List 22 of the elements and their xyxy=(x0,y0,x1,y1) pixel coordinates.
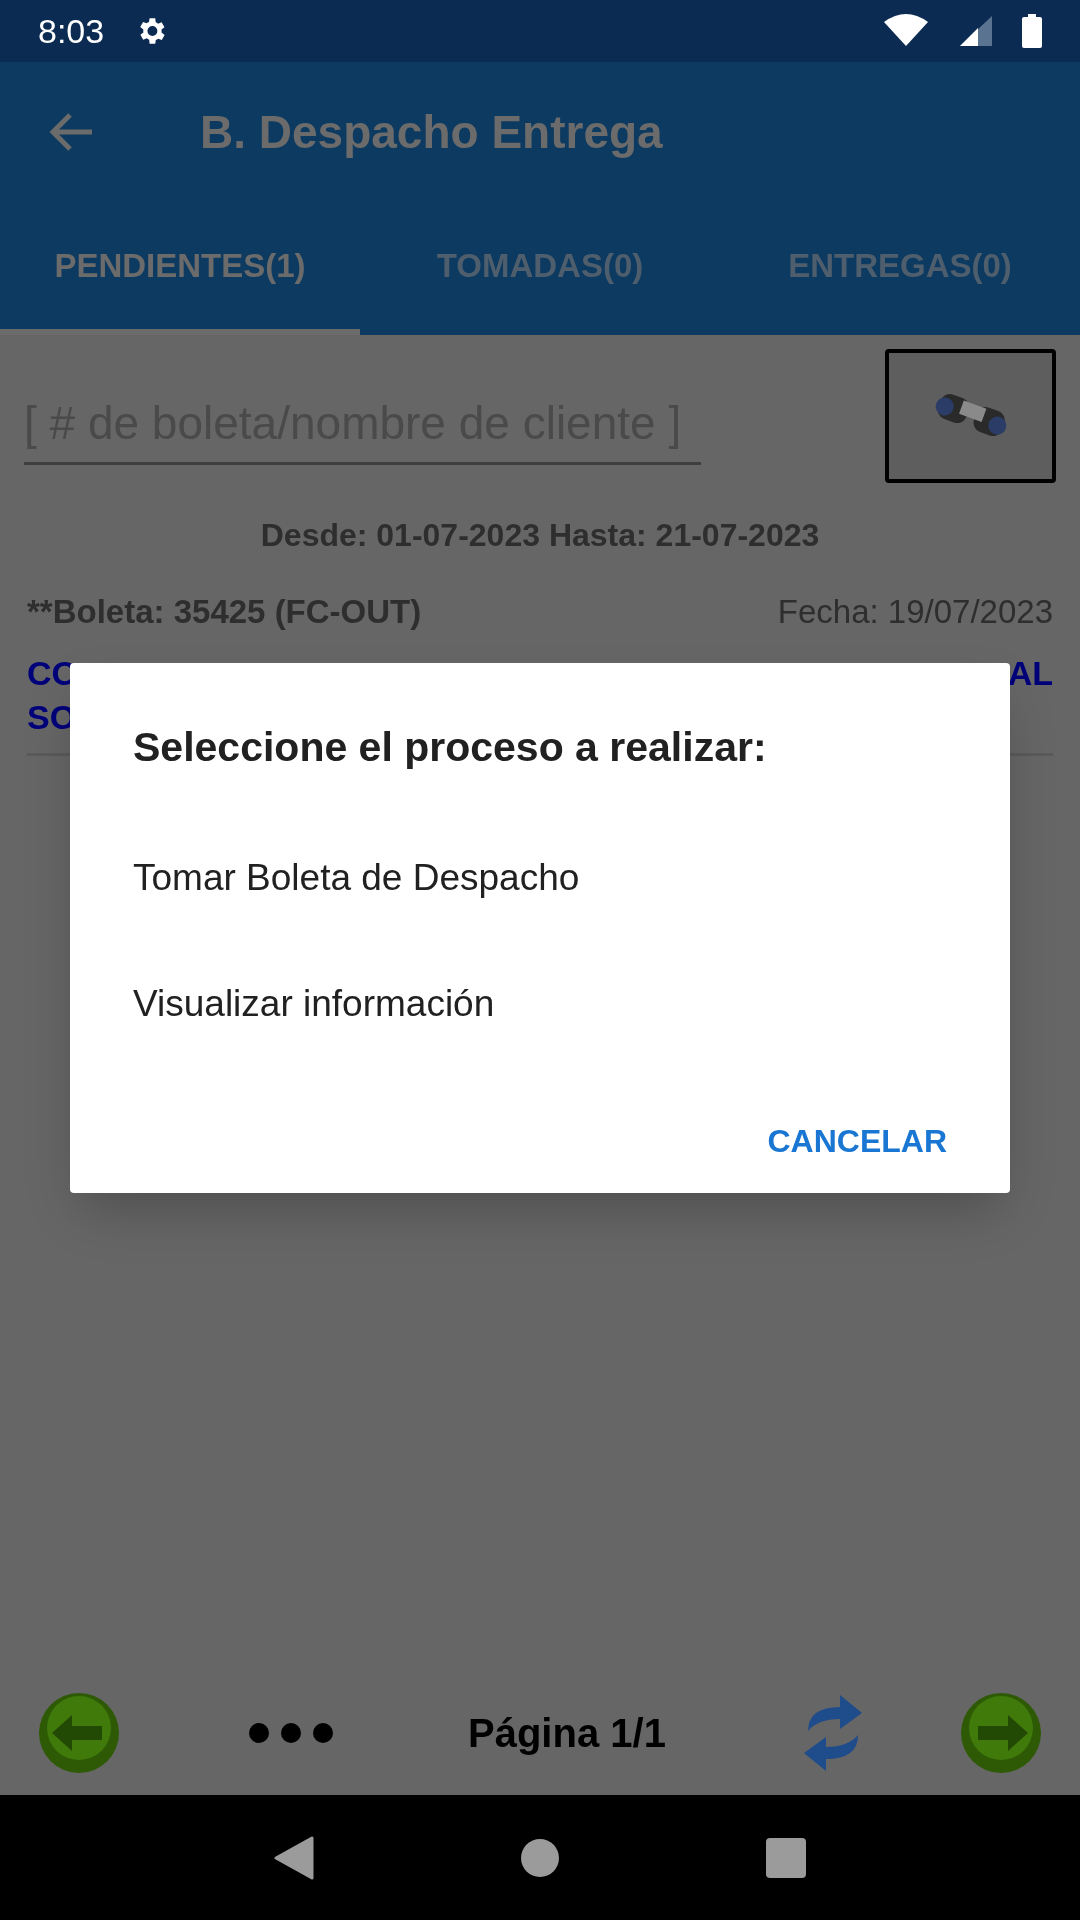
wifi-icon xyxy=(884,14,928,48)
screen-title: B. Despacho Entrega xyxy=(200,104,663,160)
nav-back-icon[interactable] xyxy=(273,1835,314,1880)
next-arrow-button[interactable] xyxy=(960,1691,1042,1774)
dialog-option[interactable]: Visualizar información xyxy=(133,940,947,1067)
boleta-number: **Boleta: 35425 (FC-OUT) xyxy=(27,592,422,632)
dialog-title: Seleccione el proceso a realizar: xyxy=(133,723,768,772)
previous-arrow-button[interactable] xyxy=(38,1691,120,1774)
battery-icon xyxy=(1022,14,1042,48)
date-range-text: Desde: 01-07-2023 Hasta: 21-07-2023 xyxy=(259,516,821,555)
boleta-date: Fecha: 19/07/2023 xyxy=(777,592,1053,632)
status-time: 8:03 xyxy=(38,10,105,52)
more-dots-icon[interactable] xyxy=(248,1721,334,1744)
binoculars-search-button[interactable] xyxy=(885,349,1056,483)
nav-recents-icon[interactable] xyxy=(766,1837,807,1878)
signal-icon xyxy=(958,14,992,48)
dialog-option[interactable]: Tomar Boleta de Despacho xyxy=(133,814,947,941)
cancel-button[interactable]: CANCELAR xyxy=(755,1106,959,1175)
client-name-text: AL xyxy=(1007,652,1053,694)
nav-home-icon[interactable] xyxy=(521,1838,559,1877)
back-arrow-icon[interactable] xyxy=(48,112,94,152)
page-indicator: Página 1/1 xyxy=(468,1709,666,1757)
